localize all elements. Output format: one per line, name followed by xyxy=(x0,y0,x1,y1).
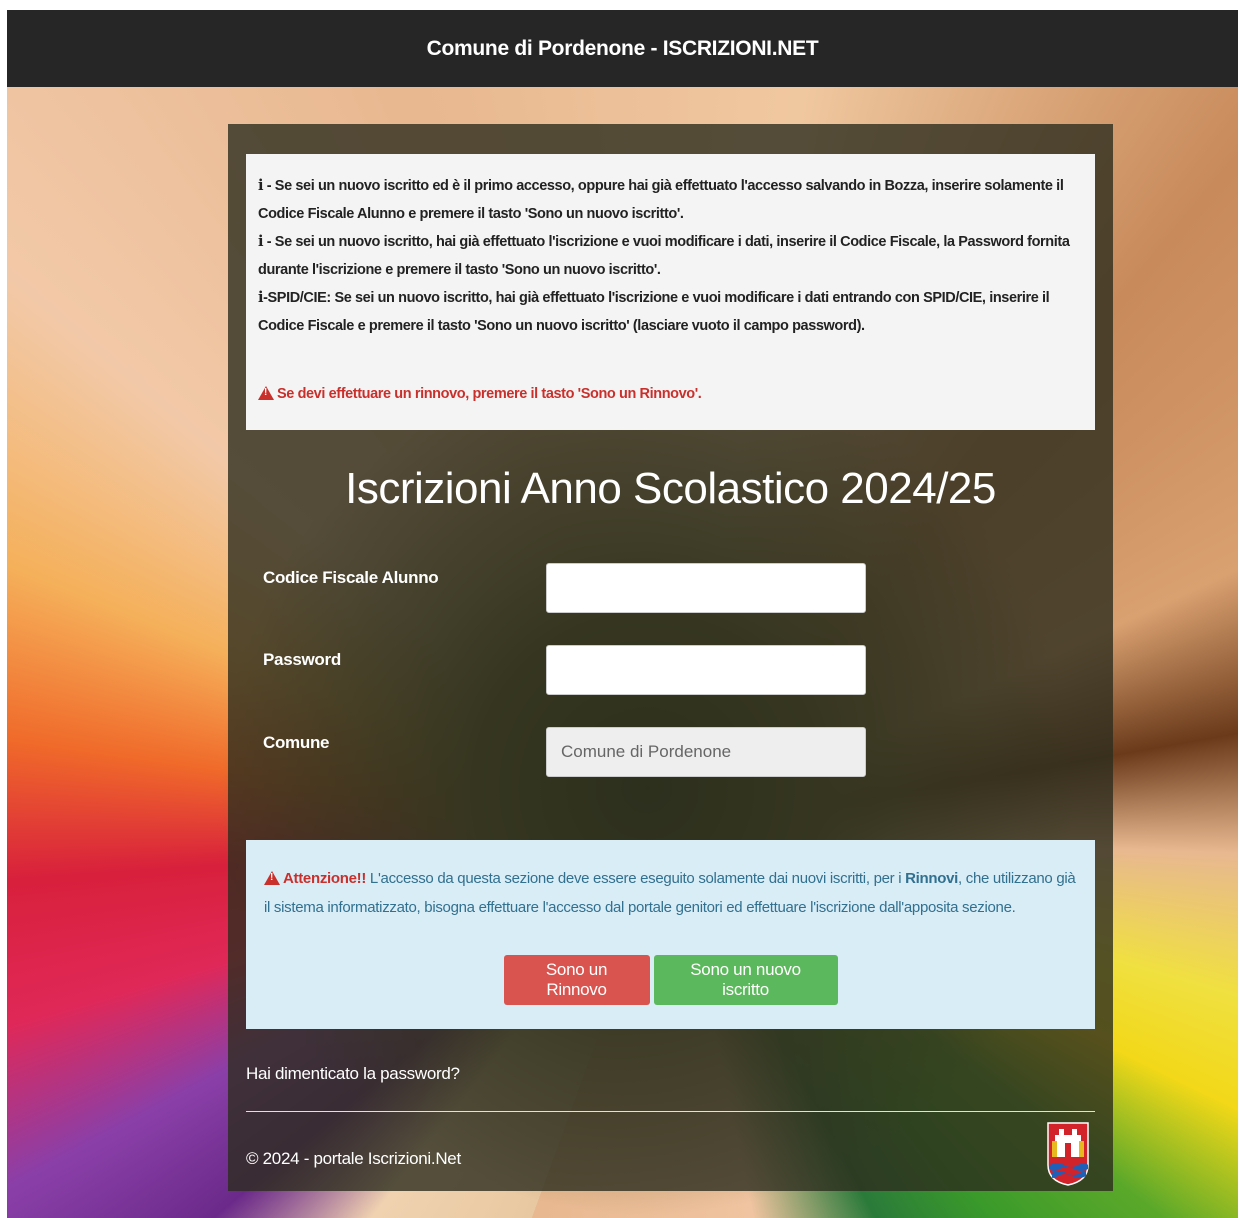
forgot-password-link[interactable]: Hai dimenticato la password? xyxy=(246,1064,460,1084)
copyright-text: © 2024 - portale Iscrizioni.Net xyxy=(246,1149,461,1168)
alert-rinnovi: Rinnovi xyxy=(905,870,959,887)
top-bar: Comune di Pordenone - ISCRIZIONI.NET xyxy=(7,10,1238,87)
page-frame: Comune di Pordenone - ISCRIZIONI.NET i -… xyxy=(7,10,1238,1218)
password-input[interactable] xyxy=(546,645,866,695)
new-enrollment-button[interactable]: Sono un nuovo iscritto xyxy=(653,955,838,1005)
pordenone-crest-icon xyxy=(1047,1122,1089,1186)
footer-divider xyxy=(246,1111,1095,1112)
instructions-box: i - Se sei un nuovo iscritto ed è il pri… xyxy=(246,154,1095,430)
action-buttons: Sono un Rinnovo Sono un nuovo iscritto xyxy=(228,955,1113,1005)
instruction-2: i - Se sei un nuovo iscritto, hai già ef… xyxy=(258,233,1070,278)
instruction-1: i - Se sei un nuovo iscritto ed è il pri… xyxy=(258,177,1064,222)
codice-fiscale-input[interactable] xyxy=(546,563,866,613)
login-panel: i - Se sei un nuovo iscritto ed è il pri… xyxy=(228,124,1113,1191)
instruction-3: i-SPID/CIE: Se sei un nuovo iscritto, ha… xyxy=(258,289,1050,334)
codice-fiscale-label: Codice Fiscale Alunno xyxy=(263,568,439,587)
password-label: Password xyxy=(263,650,341,669)
renewal-button[interactable]: Sono un Rinnovo xyxy=(503,955,650,1005)
alert-strong: Attenzione!! xyxy=(283,870,367,887)
comune-label: Comune xyxy=(263,733,330,752)
warning-triangle-icon xyxy=(258,386,274,400)
comune-field xyxy=(546,727,866,777)
page-header-title: Comune di Pordenone - ISCRIZIONI.NET xyxy=(426,36,819,60)
warning-triangle-icon xyxy=(264,871,280,885)
renewal-warning: Se devi effettuare un rinnovo, premere i… xyxy=(258,380,1083,408)
form-title: Iscrizioni Anno Scolastico 2024/25 xyxy=(345,464,996,513)
